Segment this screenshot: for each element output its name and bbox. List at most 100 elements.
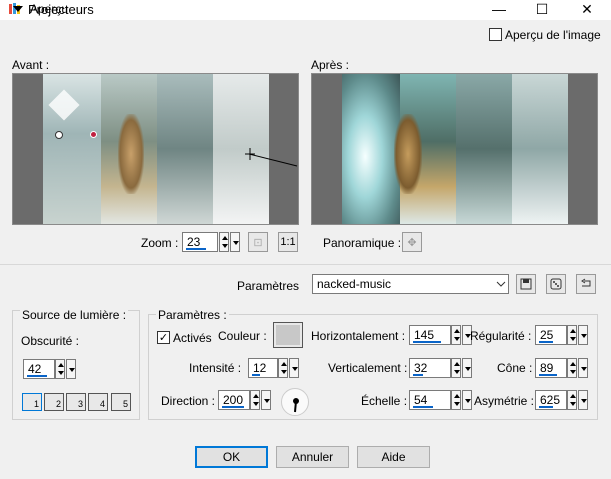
scale-underline bbox=[413, 406, 433, 408]
cancel-button[interactable]: Annuler bbox=[276, 446, 349, 468]
close-icon: ✕ bbox=[581, 0, 593, 17]
regularity-value: 25 bbox=[540, 328, 554, 342]
obscurity-dropdown[interactable] bbox=[66, 359, 76, 379]
obscurity-value: 42 bbox=[28, 362, 42, 376]
after-tile-3 bbox=[456, 74, 512, 224]
maximize-button[interactable]: ☐ bbox=[520, 0, 564, 18]
minimize-button[interactable]: — bbox=[477, 0, 521, 18]
zoom-fit-icon: ⊡ bbox=[253, 236, 263, 249]
pan-label: Panoramique : bbox=[323, 236, 402, 250]
intensity-spinner[interactable] bbox=[278, 358, 288, 378]
light-point-active-icon[interactable] bbox=[90, 131, 97, 138]
vertical-label: Verticalement : bbox=[328, 361, 408, 375]
scale-input[interactable]: 54 bbox=[409, 390, 451, 410]
light-4-button[interactable]: 4 bbox=[88, 393, 108, 411]
cone-spinner[interactable] bbox=[567, 358, 577, 378]
zoom-input[interactable]: 23 bbox=[182, 232, 218, 252]
obscurity-spinner[interactable] bbox=[55, 359, 65, 379]
scale-dropdown[interactable] bbox=[462, 390, 472, 410]
direction-underline bbox=[222, 406, 244, 408]
parameters-title: Paramètres : bbox=[156, 308, 229, 322]
before-tile-3 bbox=[157, 74, 213, 224]
maximize-icon: ☐ bbox=[535, 0, 549, 17]
zoom-fit-button[interactable]: ⊡ bbox=[248, 232, 268, 252]
before-label: Avant : bbox=[12, 58, 50, 72]
pan-icon: ✥ bbox=[407, 236, 417, 249]
intensity-value: 12 bbox=[253, 361, 267, 375]
image-preview-checkbox-label[interactable]: Aperçu de l'image bbox=[505, 28, 601, 42]
light-3-label: 3 bbox=[77, 399, 83, 409]
cone-input[interactable]: 89 bbox=[535, 358, 567, 378]
dice-icon bbox=[550, 278, 562, 290]
zoom-spinner[interactable] bbox=[219, 232, 229, 252]
zoom-dropdown[interactable] bbox=[230, 232, 240, 252]
obscurity-label: Obscurité : bbox=[21, 334, 80, 348]
scale-label: Échelle : bbox=[361, 394, 408, 408]
regularity-spinner[interactable] bbox=[567, 325, 577, 345]
horizontal-spinner[interactable] bbox=[451, 325, 461, 345]
asymmetry-spinner[interactable] bbox=[567, 390, 577, 410]
obscurity-input[interactable]: 42 bbox=[23, 359, 55, 379]
direction-value: 200 bbox=[223, 393, 244, 407]
light-point-icon[interactable] bbox=[55, 131, 63, 139]
horizontal-underline bbox=[413, 341, 441, 343]
checkmark-icon: ✓ bbox=[158, 332, 169, 344]
active-label[interactable]: Activés bbox=[173, 331, 212, 345]
vertical-spinner[interactable] bbox=[451, 358, 461, 378]
dialog-window: Projecteurs — ☐ ✕ Aperçu Aperçu de l'ima… bbox=[0, 0, 611, 479]
light-1-button[interactable]: 1 bbox=[22, 393, 42, 411]
ok-button[interactable]: OK bbox=[195, 446, 268, 468]
active-checkbox[interactable]: ✓ bbox=[157, 331, 170, 344]
after-tile-1 bbox=[342, 74, 400, 224]
light-pointer-icon[interactable] bbox=[245, 140, 299, 170]
direction-dial[interactable] bbox=[281, 388, 309, 416]
zoom-1to1-icon: 1:1 bbox=[280, 236, 296, 248]
after-label: Après : bbox=[311, 58, 350, 72]
preset-select[interactable]: nacked-music bbox=[312, 274, 509, 294]
direction-dropdown[interactable] bbox=[261, 390, 271, 410]
intensity-input[interactable]: 12 bbox=[248, 358, 278, 378]
scale-spinner[interactable] bbox=[451, 390, 461, 410]
image-preview-checkbox[interactable] bbox=[489, 28, 502, 41]
pan-button[interactable]: ✥ bbox=[402, 232, 422, 252]
light-5-button[interactable]: 5 bbox=[111, 393, 131, 411]
vertical-dropdown[interactable] bbox=[462, 358, 472, 378]
divider bbox=[0, 264, 611, 265]
before-preview[interactable] bbox=[12, 73, 299, 225]
light-2-button[interactable]: 2 bbox=[44, 393, 64, 411]
zoom-underline bbox=[186, 248, 206, 250]
intensity-underline bbox=[252, 374, 260, 376]
vertical-value: 32 bbox=[414, 361, 428, 375]
color-swatch[interactable] bbox=[273, 322, 303, 348]
cone-dropdown[interactable] bbox=[578, 358, 588, 378]
zoom-actual-button[interactable]: 1:1 bbox=[278, 232, 298, 252]
help-button[interactable]: Aide bbox=[357, 446, 430, 468]
intensity-dropdown[interactable] bbox=[289, 358, 299, 378]
regularity-underline bbox=[539, 341, 553, 343]
close-button[interactable]: ✕ bbox=[565, 0, 609, 18]
horizontal-input[interactable]: 145 bbox=[409, 325, 451, 345]
direction-input[interactable]: 200 bbox=[218, 390, 250, 410]
direction-spinner[interactable] bbox=[250, 390, 260, 410]
asymmetry-label: Asymétrie : bbox=[474, 394, 535, 408]
minimize-icon: — bbox=[492, 1, 506, 17]
reset-icon bbox=[581, 278, 591, 287]
collapse-arrow-icon[interactable] bbox=[13, 6, 23, 12]
regularity-dropdown[interactable] bbox=[578, 325, 588, 345]
reset-preset-button[interactable] bbox=[576, 274, 596, 294]
intensity-label: Intensité : bbox=[189, 361, 242, 375]
vertical-input[interactable]: 32 bbox=[409, 358, 451, 378]
asymmetry-underline bbox=[539, 406, 553, 408]
save-preset-button[interactable] bbox=[516, 274, 536, 294]
direction-needle-icon bbox=[293, 398, 299, 413]
save-icon bbox=[520, 278, 532, 290]
random-preset-button[interactable] bbox=[546, 274, 566, 294]
preview-toggle-label[interactable]: Aperçu bbox=[30, 2, 68, 16]
scale-value: 54 bbox=[414, 393, 428, 407]
asymmetry-dropdown[interactable] bbox=[578, 390, 588, 410]
preset-dropdown-arrow[interactable] bbox=[494, 275, 508, 293]
asymmetry-input[interactable]: 625 bbox=[535, 390, 567, 410]
light-3-button[interactable]: 3 bbox=[66, 393, 86, 411]
regularity-input[interactable]: 25 bbox=[535, 325, 567, 345]
color-label: Couleur : bbox=[218, 329, 267, 343]
